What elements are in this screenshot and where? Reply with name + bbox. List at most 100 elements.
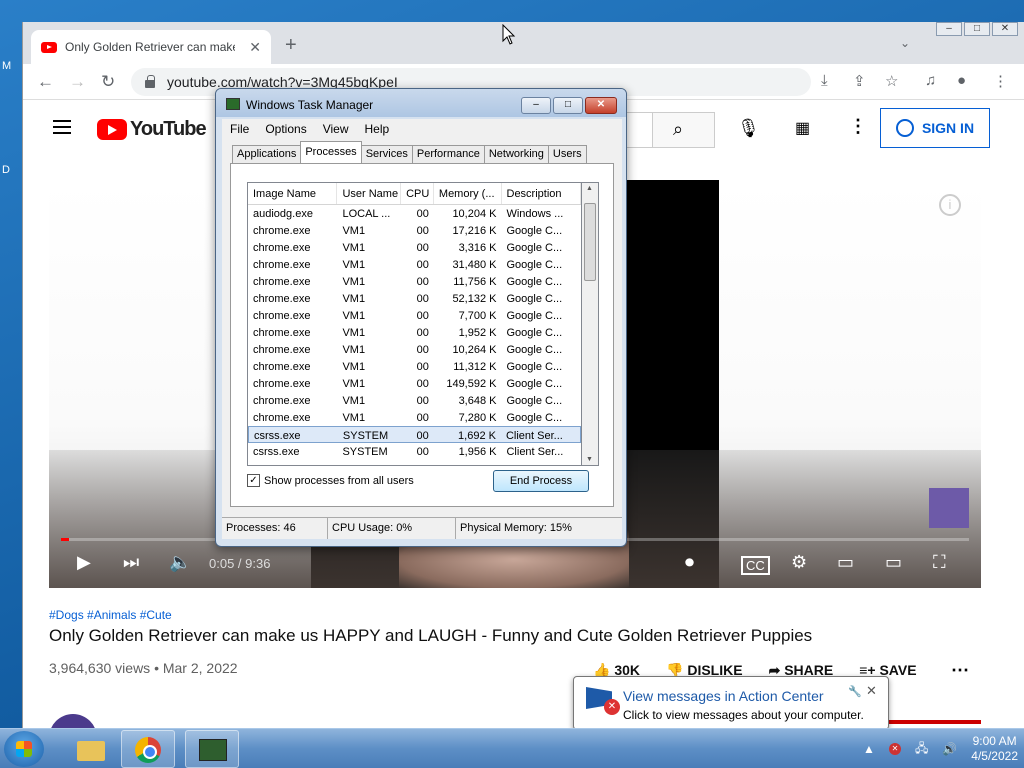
volume-icon[interactable]: 🔊	[942, 742, 957, 756]
channel-avatar[interactable]	[49, 714, 97, 728]
back-icon[interactable]: ←	[37, 72, 54, 92]
theater-mode-icon[interactable]: ▭	[885, 552, 902, 573]
process-row[interactable]: chrome.exe VM1 00 11,312 K Google C...	[248, 358, 581, 375]
task-manager-titlebar[interactable]: Windows Task Manager – □ ✕	[216, 89, 626, 117]
end-process-button[interactable]: End Process	[493, 470, 589, 492]
taskbar-explorer[interactable]	[62, 730, 116, 768]
reload-icon[interactable]: ↻	[101, 72, 115, 92]
network-icon[interactable]: 🖧	[915, 739, 928, 760]
process-memory: 7,280 K	[458, 412, 497, 424]
tab-networking[interactable]: Networking	[483, 145, 549, 163]
install-icon[interactable]: ⤓	[821, 72, 828, 89]
fullscreen-icon[interactable]: ⛶	[933, 552, 946, 573]
process-row[interactable]: chrome.exe VM1 00 11,756 K Google C...	[248, 273, 581, 290]
scrollbar-thumb[interactable]	[584, 203, 596, 281]
wrench-icon[interactable]: 🔧	[848, 685, 862, 698]
scroll-down-icon[interactable]: ▼	[586, 456, 593, 463]
tab-search-icon[interactable]: ⌄	[900, 36, 910, 50]
column-memory[interactable]: Memory (...	[434, 183, 502, 204]
column-cpu[interactable]: CPU	[401, 183, 434, 204]
process-row[interactable]: audiodg.exe LOCAL ... 00 10,204 K Windows ..…	[248, 205, 581, 222]
share-icon[interactable]: ⇪	[853, 72, 866, 90]
process-row[interactable]: chrome.exe VM1 00 52,132 K Google C...	[248, 290, 581, 307]
process-row[interactable]: chrome.exe VM1 00 7,280 K Google C...	[248, 409, 581, 426]
checkbox-box[interactable]: ✓	[247, 474, 260, 487]
more-options-icon[interactable]: ⋮	[849, 116, 867, 137]
info-icon[interactable]: i	[939, 194, 961, 216]
notification-title[interactable]: View messages in Action Center	[623, 688, 824, 704]
show-hidden-icons-icon[interactable]: ▲	[863, 742, 875, 756]
tab-applications[interactable]: Applications	[232, 145, 302, 163]
apps-grid-icon[interactable]: ▦	[795, 118, 810, 138]
menu-view[interactable]: View	[323, 122, 349, 136]
column-description[interactable]: Description	[502, 183, 581, 204]
process-row[interactable]: csrss.exe SYSTEM 00 1,956 K Client Ser...	[248, 443, 581, 460]
action-center-tray-icon[interactable]: ✕	[888, 743, 901, 755]
maximize-icon[interactable]: □	[553, 97, 583, 114]
process-row[interactable]: chrome.exe VM1 00 1,952 K Google C...	[248, 324, 581, 341]
scroll-up-icon[interactable]: ▲	[586, 185, 593, 192]
tab-processes[interactable]: Processes	[300, 141, 362, 163]
minimize-icon[interactable]: –	[521, 97, 551, 114]
process-row[interactable]: chrome.exe VM1 00 17,216 K Google C...	[248, 222, 581, 239]
process-image-name: csrss.exe	[254, 430, 301, 442]
search-button[interactable]: ⌕	[653, 112, 715, 148]
tab-users[interactable]: Users	[547, 145, 587, 163]
clock[interactable]: 9:00 AM 4/5/2022	[971, 734, 1018, 764]
process-row[interactable]: chrome.exe VM1 00 3,648 K Google C...	[248, 392, 581, 409]
menu-help[interactable]: Help	[365, 122, 390, 136]
menu-options[interactable]: Options	[265, 122, 306, 136]
minimize-icon[interactable]: –	[936, 22, 962, 36]
autoplay-toggle-icon[interactable]: ⏺	[685, 552, 694, 573]
taskbar-task-manager[interactable]	[185, 730, 239, 768]
process-row[interactable]: chrome.exe VM1 00 149,592 K Google C...	[248, 375, 581, 392]
show-all-processes-checkbox[interactable]: ✓ Show processes from all users	[247, 474, 414, 487]
process-row[interactable]: chrome.exe VM1 00 3,316 K Google C...	[248, 239, 581, 256]
column-user-name[interactable]: User Name	[337, 183, 402, 204]
profile-icon[interactable]: ●	[957, 72, 966, 89]
close-window-icon[interactable]: ✕	[992, 22, 1018, 36]
next-icon[interactable]: ⏭	[123, 552, 139, 573]
menu-file[interactable]: File	[230, 122, 249, 136]
new-tab-icon[interactable]: +	[285, 34, 297, 57]
close-notification-icon[interactable]: ✕	[866, 683, 877, 699]
sign-in-button[interactable]: SIGN IN	[880, 108, 990, 148]
miniplayer-icon[interactable]: ▭	[837, 552, 854, 573]
process-cpu: 00	[416, 344, 429, 356]
process-list-scrollbar[interactable]: ▲ ▼	[582, 182, 599, 466]
tab-performance[interactable]: Performance	[411, 145, 485, 163]
process-row[interactable]: chrome.exe VM1 00 7,700 K Google C...	[248, 307, 581, 324]
tab-services[interactable]: Services	[360, 145, 413, 163]
settings-gear-icon[interactable]: ⚙	[791, 552, 807, 573]
play-icon[interactable]: ▶	[77, 552, 91, 573]
process-description: Google C...	[506, 327, 563, 339]
process-list[interactable]: Image Name User Name CPU Memory (... Des…	[247, 182, 582, 466]
chrome-menu-icon[interactable]: ⋮	[993, 72, 1008, 90]
browser-tab[interactable]: Only Golden Retriever can make ✕	[31, 30, 271, 64]
process-description: Google C...	[506, 225, 563, 237]
maximize-icon[interactable]: □	[964, 22, 990, 36]
close-icon[interactable]: ✕	[585, 97, 617, 114]
channel-watermark-icon[interactable]	[929, 488, 969, 528]
process-row[interactable]: chrome.exe VM1 00 10,264 K Google C...	[248, 341, 581, 358]
column-image-name[interactable]: Image Name	[248, 183, 338, 204]
more-actions-icon[interactable]: ⋯	[951, 660, 969, 681]
process-memory: 7,700 K	[458, 310, 497, 322]
microphone-icon[interactable]: 🎙	[737, 118, 760, 139]
taskbar-chrome[interactable]	[121, 730, 175, 768]
media-icon[interactable]: ♫	[925, 72, 936, 89]
video-hashtags[interactable]: #Dogs #Animals #Cute	[49, 608, 172, 622]
captions-icon[interactable]: CC	[741, 556, 770, 575]
youtube-logo[interactable]: YouTube	[97, 118, 207, 141]
action-center-notification[interactable]: ✕ View messages in Action Center Click t…	[573, 676, 889, 739]
hamburger-menu-icon[interactable]	[53, 120, 71, 134]
bookmark-star-icon[interactable]: ☆	[885, 72, 898, 90]
close-tab-icon[interactable]: ✕	[249, 39, 261, 56]
subscribe-button[interactable]	[889, 720, 981, 724]
forward-icon[interactable]: →	[69, 72, 86, 92]
volume-icon[interactable]: 🔈	[169, 552, 191, 573]
process-row[interactable]: chrome.exe VM1 00 31,480 K Google C...	[248, 256, 581, 273]
process-row[interactable]: csrss.exe SYSTEM 00 1,692 K Client Ser...	[248, 426, 581, 443]
process-user-name: VM1	[342, 412, 366, 424]
start-button[interactable]	[4, 731, 44, 767]
